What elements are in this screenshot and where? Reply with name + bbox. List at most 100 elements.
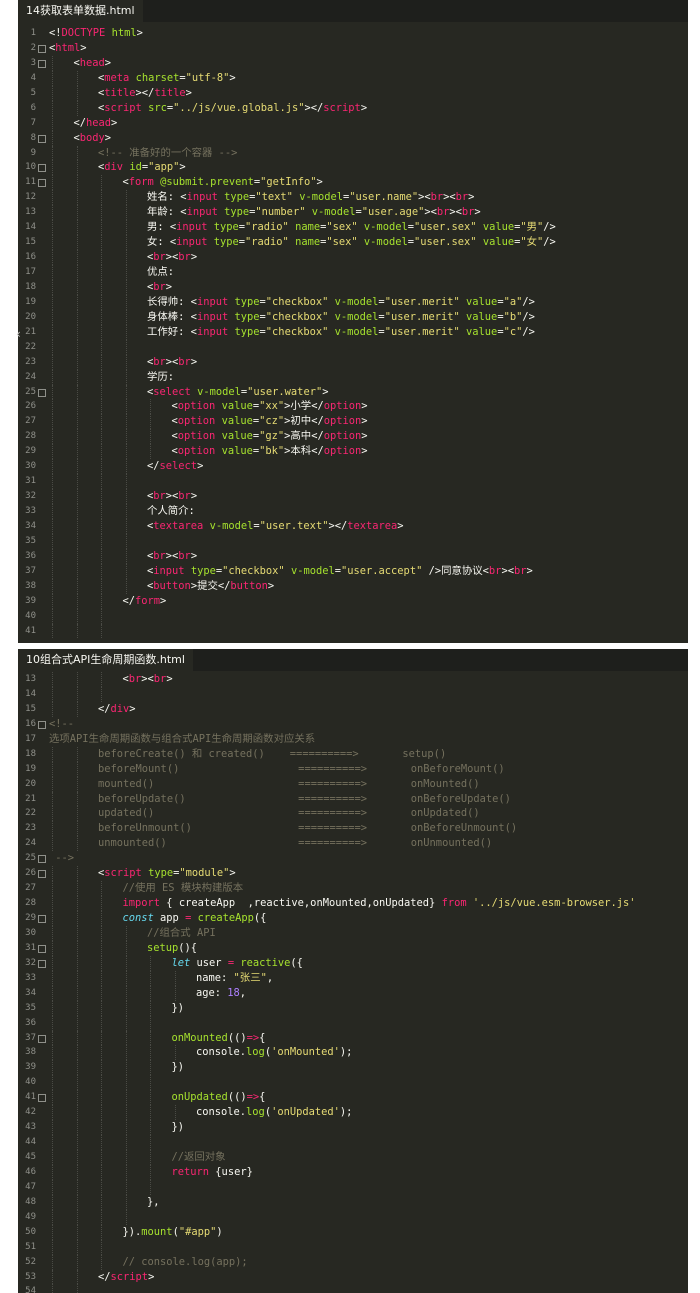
file-tab[interactable]: 10组合式API生命周期函数.html [18,649,193,671]
fold-toggle-icon[interactable] [38,1094,46,1103]
code-line[interactable]: 5 <title></title> [18,85,688,101]
code-line[interactable]: 24 unmounted() ==========> onUnmounted() [18,836,688,852]
code-line[interactable]: 41 onUpdated(()=>{ [18,1090,688,1106]
code-line[interactable]: 10 <div id="app"> [18,160,688,176]
code-line[interactable]: 37 <input type="checkbox" v-model="user.a… [18,563,688,579]
code-line[interactable]: 40 [18,1075,688,1091]
code-line[interactable]: 13 <br><br> [18,672,688,687]
code-line[interactable]: 15 女: <input type="radio" name="sex" v-mo… [18,235,688,251]
code-line[interactable]: 21 工作好: <input type="checkbox" v-model="u… [18,324,688,340]
code-line[interactable]: 48}, [18,1194,688,1210]
code-line[interactable]: 36 <br><br> [18,548,688,564]
code-line[interactable]: 26 <option value="xx">小学</option> [18,399,688,415]
code-line[interactable]: 41 [18,623,688,639]
code-line[interactable]: 45 //返回对象 [18,1150,688,1165]
code-line[interactable]: 30 //组合式 API [18,925,688,941]
code-line[interactable]: 27 //使用 ES 模块构建版本 [18,881,688,897]
fold-toggle-icon[interactable] [38,855,46,864]
code-line[interactable]: 11 <form @submit.prevent="getInfo"> [18,175,688,191]
code-line[interactable]: 17 优点: [18,265,688,280]
code-line[interactable]: 38 <button>提交</button> [18,578,688,594]
file-tab[interactable]: 14获取表单数据.html [18,0,143,22]
code-line[interactable]: 26 <script type="module"> [18,866,688,882]
code-line[interactable]: 51 [18,1239,688,1255]
code-line[interactable]: 33 个人简介: [18,504,688,519]
code-line[interactable]: 22 updated() ==========> onUpdated() [18,806,688,822]
code-line[interactable]: 25 --> [18,851,688,866]
fold-toggle-icon[interactable] [38,915,46,923]
code-line[interactable]: 44 [18,1135,688,1150]
fold-toggle-icon[interactable] [38,944,46,953]
code-line[interactable]: 53 </script> [18,1269,688,1285]
code-line[interactable]: 13 年龄: <input type="number" v-model="user… [18,205,688,221]
code-line[interactable]: 50}).mount("#app") [18,1224,688,1240]
code-line[interactable]: 37 onMounted(()=>{ [18,1030,688,1046]
code-line[interactable]: 18 <br> [18,279,688,295]
code-line[interactable]: 54 [18,1284,688,1293]
code-line[interactable]: 52 // console.log(app); [18,1254,688,1270]
code-line[interactable]: 39 </form> [18,593,688,609]
code-line[interactable]: 18 beforeCreate() 和 created() ==========>… [18,746,688,762]
code-line[interactable]: 34 age: 18, [18,985,688,1001]
fold-toggle-icon[interactable] [38,44,46,53]
code-editor[interactable]: 13 <br><br> 14 15 </div> 16 <!-- 17 选项API生命周期函数与… [18,671,688,1293]
code-line[interactable]: 25 <select v-model="user.water"> [18,384,688,400]
code-line[interactable]: 33 name: "张三", [18,970,688,986]
fold-toggle-icon[interactable] [38,388,46,397]
code-line[interactable]: 19 beforeMount() ==========> onBeforeMoun… [18,761,688,777]
code-line[interactable]: 9 <!-- 准备好的一个容器 --> [18,145,688,161]
code-editor[interactable]: 1 <!DOCTYPE html> 2 <html> 3 <head> 4 <meta cha… [18,22,688,639]
code-line[interactable]: 46 return {user} [18,1164,688,1180]
code-line[interactable]: 31 setup(){ [18,940,688,956]
code-line[interactable]: 32 let user = reactive({ [18,955,688,971]
code-line[interactable]: 16 <br><br> [18,250,688,265]
code-line[interactable]: 7 </head> [18,115,688,131]
code-line[interactable]: 23 beforeUnmount() ==========> onBeforeUn… [18,821,688,837]
code-line[interactable]: 23 <br><br> [18,354,688,370]
code-line[interactable]: 38 console.log('onMounted'); [18,1045,688,1061]
code-line[interactable]: 21 beforeUpdate() ==========> onBeforeUpd… [18,791,688,807]
code-line[interactable]: 24 学历: [18,369,688,385]
code-line[interactable]: 14 男: <input type="radio" name="sex" v-mo… [18,220,688,236]
code-line[interactable]: 27 <option value="cz">初中</option> [18,414,688,430]
code-line[interactable]: 29 <option value="bk">本科</option> [18,444,688,460]
code-line[interactable]: 35}) [18,1000,688,1016]
code-line[interactable]: 29 const app = createApp({ [18,911,688,926]
code-line[interactable]: 8 <body> [18,130,688,146]
code-line[interactable]: 36 [18,1015,688,1031]
code-line[interactable]: 3 <head> [18,55,688,71]
code-line[interactable]: 28 <option value="gz">高中</option> [18,429,688,445]
fold-toggle-icon[interactable] [38,179,46,188]
code-line[interactable]: 15 </div> [18,701,688,717]
fold-toggle-icon[interactable] [38,59,46,68]
fold-toggle-icon[interactable] [38,959,46,968]
code-line[interactable]: 14 [18,686,688,702]
fold-toggle-icon[interactable] [38,720,46,729]
code-line[interactable]: 28 import { createApp ,reactive,onMounted… [18,896,688,911]
code-line[interactable]: 6 <script src="../js/vue.global.js"></scr… [18,100,688,116]
code-line[interactable]: 22 [18,339,688,355]
code-line[interactable]: 12 姓名: <input type="text" v-model="user.n… [18,190,688,206]
code-line[interactable]: 20 身体棒: <input type="checkbox" v-model="u… [18,309,688,325]
code-line[interactable]: 34 <textarea v-model="user.text"></textar… [18,518,688,534]
code-line[interactable]: 4 <meta charset="utf-8"> [18,70,688,86]
fold-toggle-icon[interactable] [38,134,46,143]
code-line[interactable]: 39}) [18,1060,688,1076]
fold-toggle-icon[interactable] [38,1034,46,1043]
code-line[interactable]: 17 选项API生命周期函数与组合式API生命周期函数对应关系 [18,732,688,747]
code-line[interactable]: 31 [18,474,688,490]
code-line[interactable]: 49 [18,1209,688,1225]
code-line[interactable]: 43}) [18,1120,688,1136]
code-line[interactable]: 16 <!-- [18,717,688,732]
code-line[interactable]: 1 <!DOCTYPE html> [18,26,688,41]
code-line[interactable]: 32 <br><br> [18,489,688,504]
code-line[interactable]: 20 mounted() ==========> onMounted() [18,776,688,792]
fold-toggle-icon[interactable] [38,164,46,173]
code-line[interactable]: 35 [18,533,688,549]
code-line[interactable]: 42 console.log('onUpdated'); [18,1105,688,1121]
code-line[interactable]: 2 <html> [18,41,688,56]
code-line[interactable]: 40 [18,608,688,624]
code-line[interactable]: 30 </select> [18,459,688,475]
code-line[interactable]: 47 [18,1179,688,1195]
code-line[interactable]: 19 长得帅: <input type="checkbox" v-model="u… [18,294,688,310]
